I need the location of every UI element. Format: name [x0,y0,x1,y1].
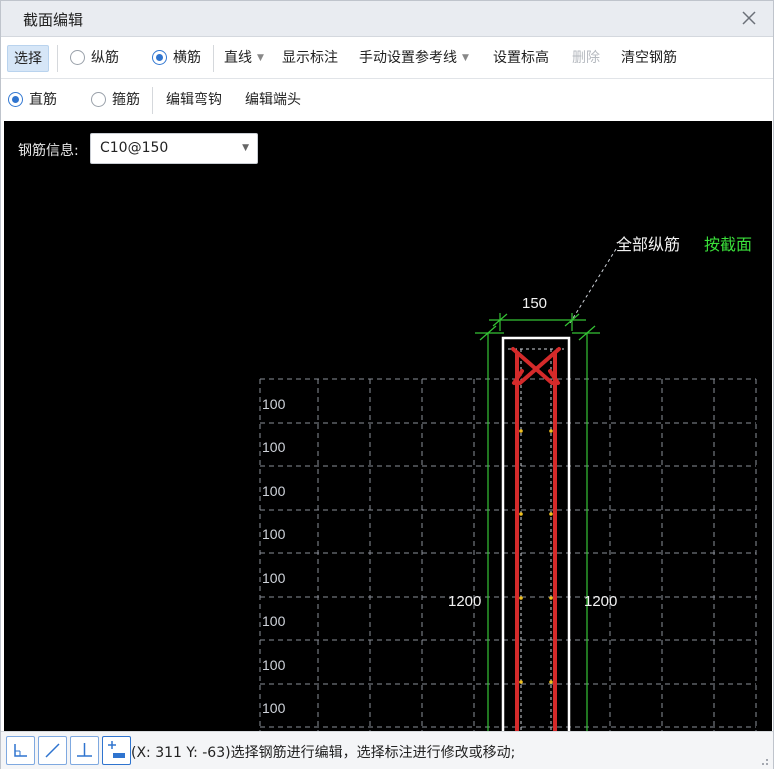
leader-line [569,248,617,324]
rebar-nodes [519,429,553,684]
clear-rebar-button[interactable]: 清空钢筋 [621,37,677,79]
grid-label: 100 [262,657,286,673]
window-title: 截面编辑 [23,11,84,29]
title-bar: 截面编辑 [1,1,773,37]
section-outline[interactable] [501,336,571,731]
chevron-down-icon: ▼ [257,53,264,63]
rebar-info-label: 钢筋信息: [18,143,79,159]
grid-label: 100 [262,483,286,499]
grid-label: 100 [262,439,286,455]
stirrup-radio[interactable] [91,92,106,107]
grid-labels: 100 100 100 100 100 100 100 100 [262,396,286,716]
transverse-rebar[interactable] [511,347,561,731]
line-type-label: 直线 [224,50,252,66]
oblique-snap-button[interactable] [38,736,67,765]
manual-reference-label: 手动设置参考线 [359,50,457,66]
reference-grid [259,378,757,731]
edit-end-button[interactable]: 编辑端头 [245,79,301,121]
corner-snap-icon [14,744,27,757]
width-dimension[interactable] [489,313,586,331]
edit-hook-button[interactable]: 编辑弯钩 [166,79,222,121]
status-text: (X: 311 Y: -63)选择钢筋进行编辑，选择标注进行修改或移动; [131,745,516,761]
set-elevation-button[interactable]: 设置标高 [493,37,549,79]
main-toolbar: 选择 纵筋 横筋 直线 ▼ 显示标注 手动设置参考线 ▼ 设置标高 删除 清空钢筋 [1,37,773,79]
right-height-dimension-text[interactable]: 1200 [584,593,617,610]
section-drawing: 100 100 100 100 100 100 100 100 全部纵筋 按截面 [259,236,757,731]
toolbar-separator [152,87,153,114]
longitudinal-radio[interactable] [70,50,85,65]
chevron-down-icon: ▼ [462,53,469,63]
show-annotation-button[interactable]: 显示标注 [282,37,338,79]
section-editor-window: 截面编辑 选择 纵筋 横筋 直线 ▼ 显示标注 手动设置参考线 ▼ 设置标高 删除 … [0,0,774,769]
left-height-dimension-text[interactable]: 1200 [448,593,481,610]
resize-grip-icon[interactable] [759,756,769,766]
toolbar-separator [57,45,58,72]
left-height-dimension[interactable] [475,325,504,731]
rebar-info-select[interactable]: C10@150 ▼ [90,133,258,164]
grid-label: 100 [262,526,286,542]
transverse-label[interactable]: 横筋 [173,37,201,79]
close-icon[interactable] [739,8,759,28]
grid-label: 100 [262,613,286,629]
drawing-canvas[interactable]: 100 100 100 100 100 100 100 100 全部纵筋 按截面 [4,121,772,731]
grid-label: 100 [262,570,286,586]
transverse-radio[interactable] [152,50,167,65]
by-section-label[interactable]: 按截面 [704,236,752,254]
perpendicular-snap-icon [77,743,92,757]
chevron-down-icon: ▼ [242,143,249,153]
right-height-dimension[interactable] [572,325,600,731]
grid-label: 100 [262,700,286,716]
delete-button[interactable]: 删除 [572,37,600,79]
add-point-button[interactable] [102,736,131,765]
width-dimension-text[interactable]: 150 [522,295,547,312]
rebar-info-value: C10@150 [100,140,169,156]
toolbar-separator [213,45,214,72]
all-longitudinal-label[interactable]: 全部纵筋 [616,236,680,254]
select-button-label: 选择 [14,51,42,67]
straight-rebar-label[interactable]: 直筋 [29,79,57,121]
stirrup-label[interactable]: 箍筋 [112,79,140,121]
line-type-dropdown[interactable]: 直线 ▼ [224,37,264,79]
oblique-snap-icon [45,743,60,758]
straight-rebar-radio[interactable] [8,92,23,107]
corner-snap-button[interactable] [6,736,35,765]
longitudinal-label[interactable]: 纵筋 [91,37,119,79]
secondary-toolbar: 直筋 箍筋 编辑弯钩 编辑端头 [1,79,773,121]
add-point-icon [108,741,125,758]
status-bar: (X: 311 Y: -63)选择钢筋进行编辑，选择标注进行修改或移动; [1,731,773,769]
manual-reference-dropdown[interactable]: 手动设置参考线 ▼ [359,37,469,79]
select-button[interactable]: 选择 [7,45,49,72]
perpendicular-snap-button[interactable] [70,736,99,765]
grid-label: 100 [262,396,286,412]
